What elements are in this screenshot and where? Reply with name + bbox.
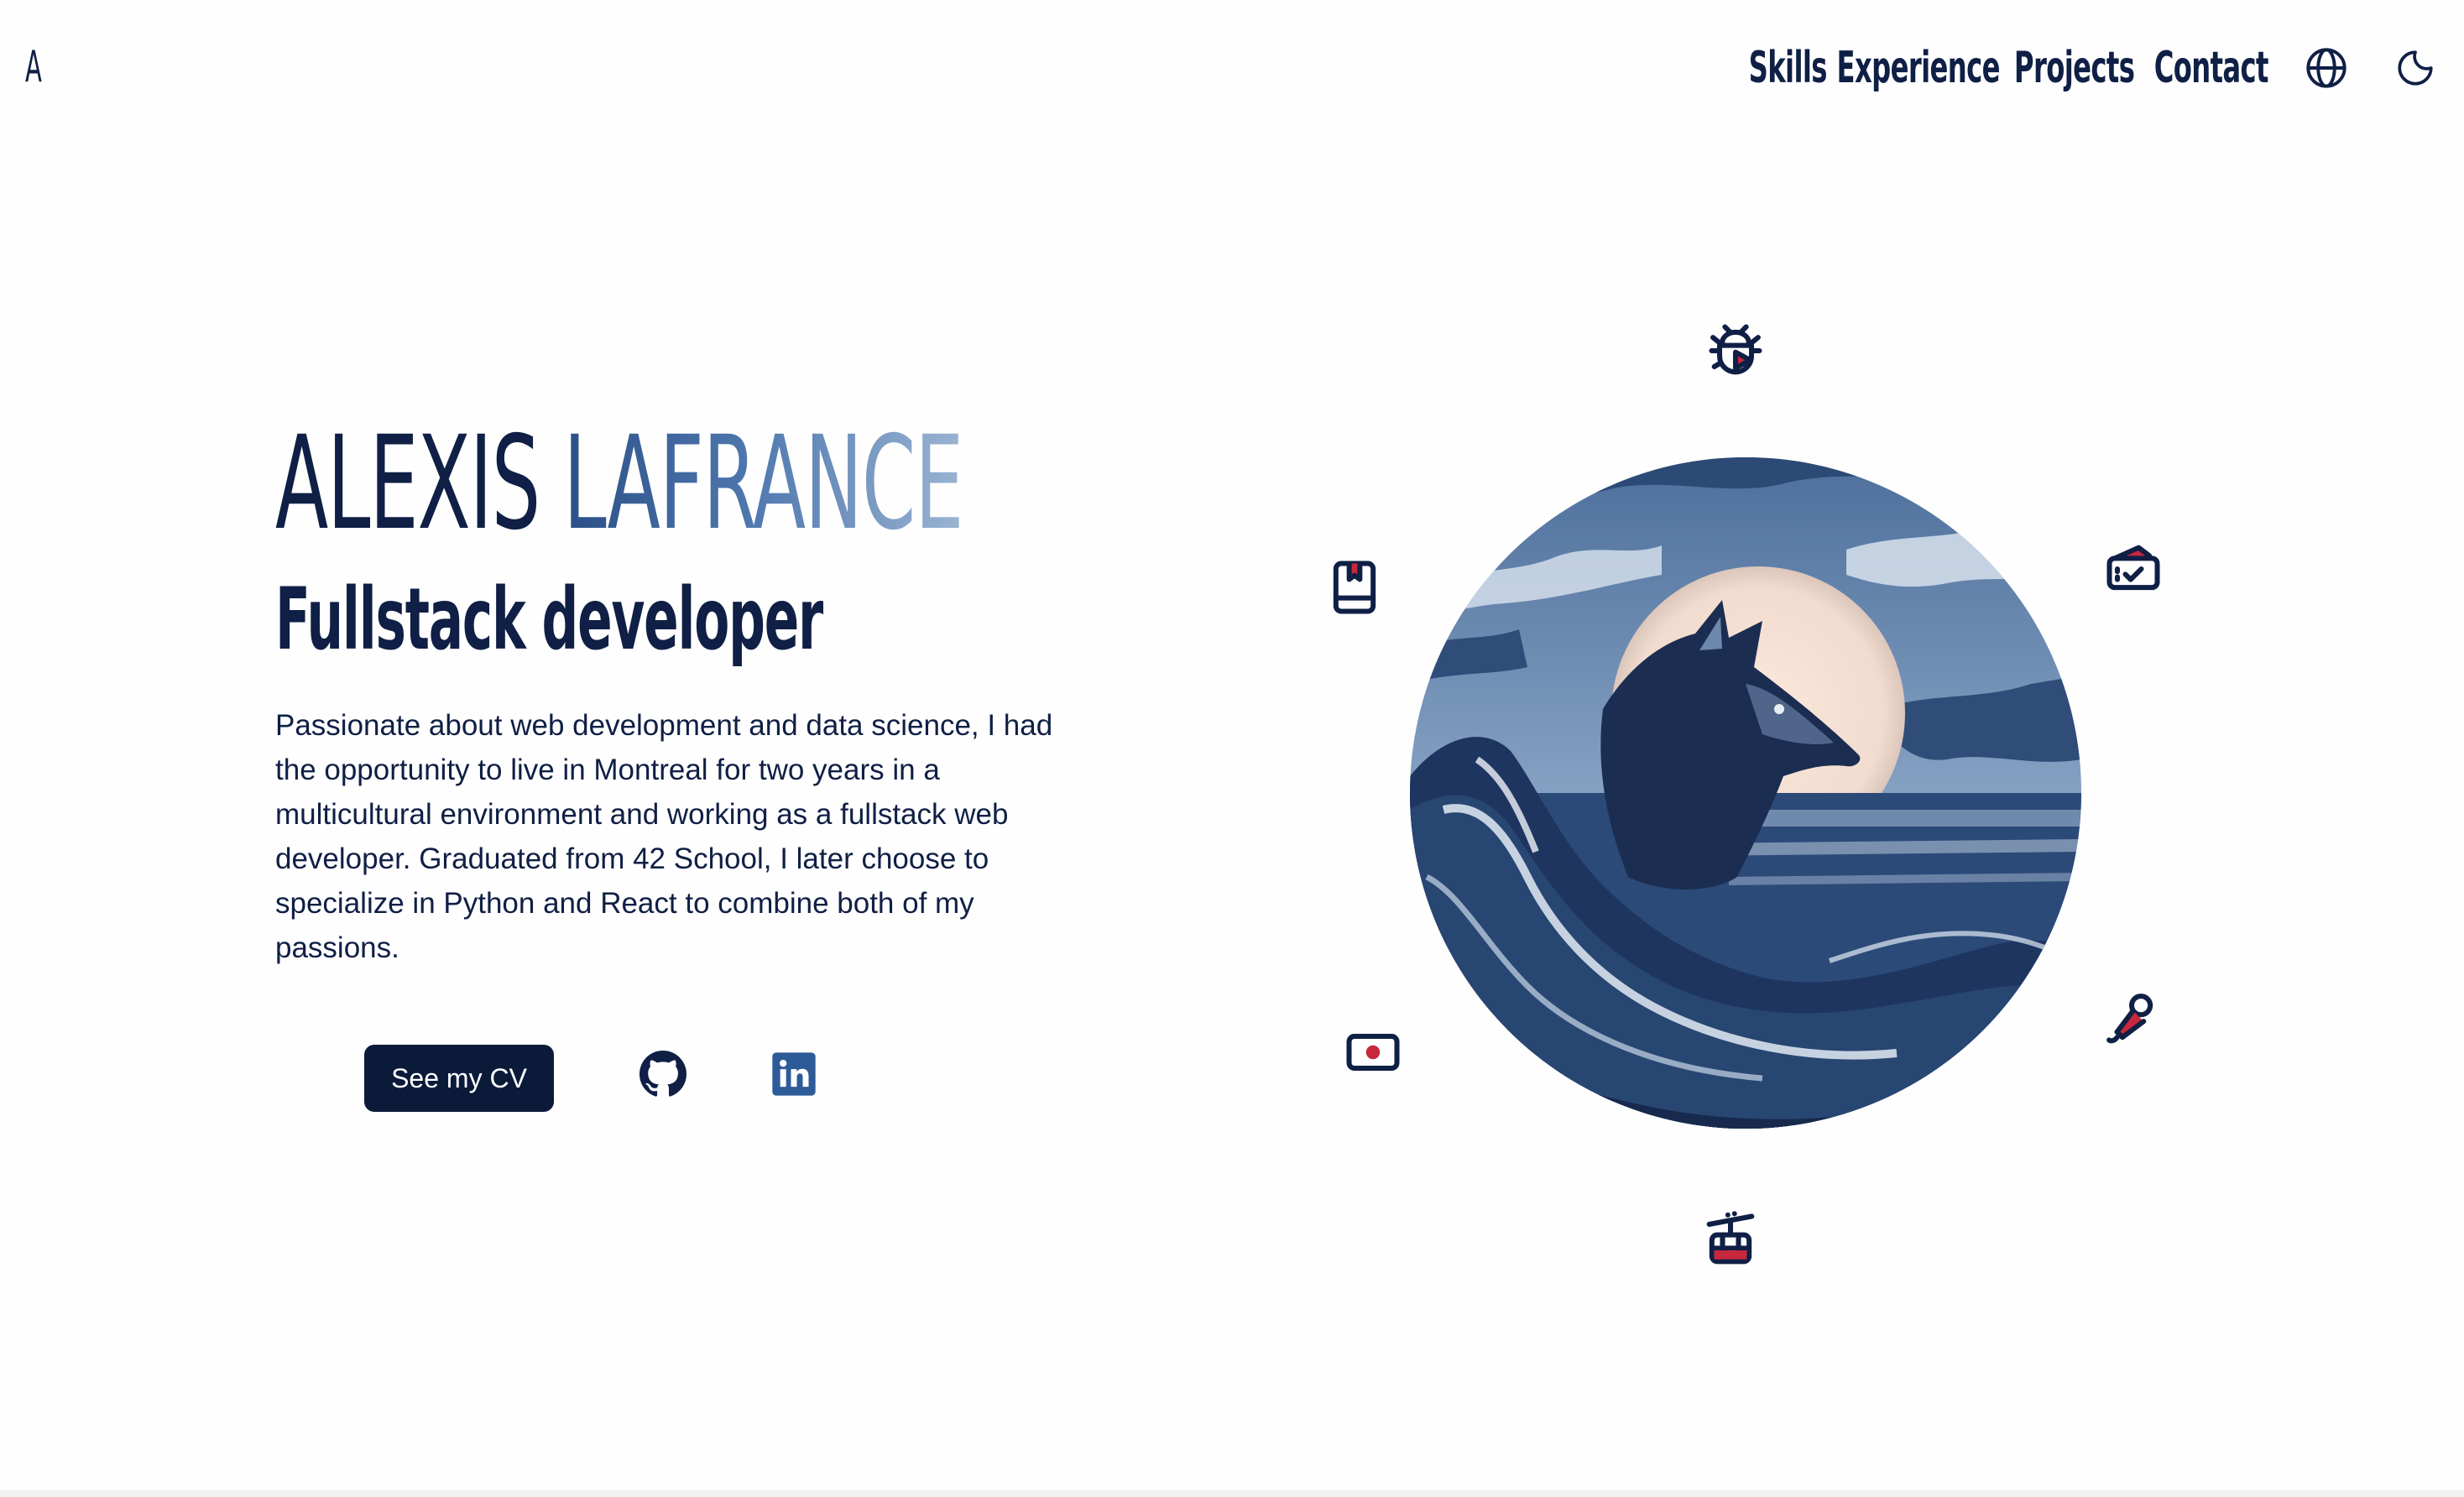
bug-play-icon bbox=[1704, 319, 1767, 383]
nav-link-skills[interactable]: Skills bbox=[1748, 43, 1827, 93]
camera-record-icon bbox=[1341, 1020, 1405, 1084]
page-bottom-divider bbox=[0, 1490, 2464, 1497]
ticket-icon bbox=[2101, 537, 2165, 601]
site-logo[interactable]: A bbox=[25, 42, 42, 92]
linkedin-icon[interactable] bbox=[770, 1051, 817, 1098]
moon-icon[interactable] bbox=[2394, 46, 2437, 90]
main-nav: Skills Experience Projects Contact bbox=[1748, 39, 2464, 97]
portfolio-page: A Skills Experience Projects Contact ALE… bbox=[0, 0, 2464, 1497]
nav-link-experience[interactable]: Experience bbox=[1837, 43, 2001, 93]
nav-link-contact[interactable]: Contact bbox=[2154, 43, 2269, 93]
hero-name: ALEXIS LAFRANCE bbox=[275, 420, 963, 549]
first-name: ALEXIS bbox=[275, 409, 540, 559]
hero-description: Passionate about web development and dat… bbox=[275, 709, 1053, 964]
wolf-illustration bbox=[1410, 457, 2081, 1129]
bookmark-book-icon bbox=[1323, 556, 1386, 619]
globe-icon[interactable] bbox=[2305, 46, 2348, 90]
last-name: LAFRANCE bbox=[563, 409, 963, 559]
github-icon[interactable] bbox=[639, 1051, 686, 1098]
see-cv-button[interactable]: See my CV bbox=[364, 1045, 554, 1112]
nav-link-projects[interactable]: Projects bbox=[2014, 43, 2135, 93]
microphone-icon bbox=[2100, 987, 2164, 1051]
cable-car-icon bbox=[1699, 1208, 1762, 1272]
hero-role: Fullstack developer bbox=[275, 570, 823, 670]
